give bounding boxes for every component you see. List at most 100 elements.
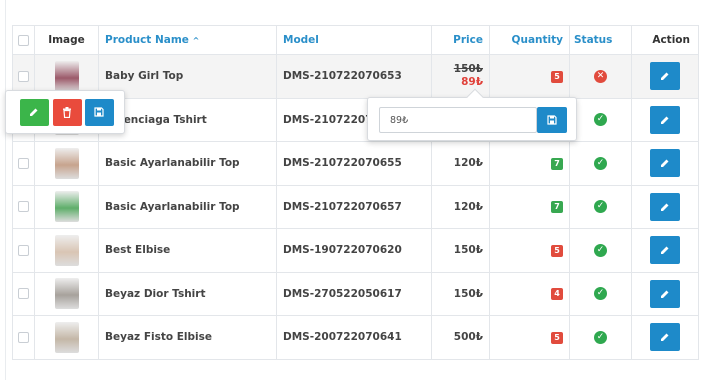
status-cell: ✓ [569, 97, 632, 142]
quantity-badge: 5 [551, 244, 563, 257]
quantity-badge: 7 [551, 201, 563, 214]
pencil-icon [30, 108, 38, 116]
price-edit-popover [367, 88, 577, 141]
product-name: Basic Ayarlanabilir Top [98, 184, 277, 229]
pencil-icon [661, 246, 669, 255]
edit-button[interactable] [650, 149, 680, 178]
pencil-icon [661, 72, 669, 81]
action-cell [631, 54, 699, 99]
edit-button[interactable] [650, 236, 680, 265]
product-price-cell[interactable]: 150₺ [431, 271, 490, 316]
delete-button[interactable] [53, 99, 82, 126]
product-model: DMS-210722070657 [276, 184, 432, 229]
table-header-row: Image Product Name ^ Model Price Quantit… [12, 25, 699, 55]
product-price-cell[interactable]: 500₺ [431, 315, 490, 360]
table-row: Best Elbise DMS-190722070620 150₺ 5 ✓ [12, 228, 699, 273]
row-checkbox[interactable] [18, 201, 29, 213]
header-image: Image [34, 25, 99, 55]
header-quantity[interactable]: Quantity [489, 25, 570, 55]
row-checkbox-cell [12, 271, 35, 316]
check-circle-icon[interactable]: ✓ [594, 200, 607, 214]
price-save-button[interactable] [537, 107, 567, 133]
quantity-badge: 4 [551, 288, 563, 301]
product-price-cell[interactable]: 150₺ 89₺ [431, 54, 490, 99]
floppy-disk-icon [547, 115, 557, 125]
product-thumbnail [54, 147, 79, 179]
quick-save-button[interactable] [85, 99, 114, 126]
table-row: Beyaz Fisto Elbise DMS-200722070641 500₺… [12, 315, 699, 360]
quantity-cell: 5 [489, 315, 570, 360]
product-name: Beyaz Dior Tshirt [98, 271, 277, 316]
action-cell [631, 315, 699, 360]
quantity-badge: 5 [551, 70, 563, 83]
product-table: Image Product Name ^ Model Price Quantit… [12, 25, 699, 360]
product-image-cell [34, 141, 99, 186]
status-cell: ✕ [569, 54, 632, 99]
product-thumbnail [54, 321, 79, 353]
header-product-name-label: Product Name [105, 34, 189, 46]
edit-button[interactable] [650, 62, 680, 91]
quantity-cell: 7 [489, 184, 570, 229]
row-checkbox[interactable] [18, 70, 29, 82]
row-checkbox[interactable] [18, 288, 29, 300]
product-model: DMS-270522050617 [276, 271, 432, 316]
table-row: Basic Ayarlanabilir Top DMS-210722070655… [12, 141, 699, 186]
quick-edit-button[interactable] [20, 99, 49, 126]
product-price-cell[interactable]: 120₺ [431, 184, 490, 229]
header-product-name[interactable]: Product Name ^ [98, 25, 277, 55]
check-circle-icon[interactable]: ✓ [594, 287, 607, 301]
floppy-disk-icon [94, 107, 104, 117]
product-model: DMS-200722070641 [276, 315, 432, 360]
row-checkbox-cell [12, 184, 35, 229]
status-cell: ✓ [569, 184, 632, 229]
header-action: Action [631, 25, 699, 55]
header-status[interactable]: Status [569, 25, 632, 55]
status-cell: ✓ [569, 271, 632, 316]
check-circle-icon[interactable]: ✓ [594, 156, 607, 170]
price-input[interactable] [379, 107, 537, 133]
row-checkbox-cell [12, 228, 35, 273]
row-checkbox-cell [12, 315, 35, 360]
edit-button[interactable] [650, 323, 680, 352]
x-circle-icon[interactable]: ✕ [594, 69, 607, 83]
header-price[interactable]: Price [431, 25, 490, 55]
action-cell [631, 271, 699, 316]
action-cell [631, 97, 699, 142]
action-cell [631, 141, 699, 186]
select-all-checkbox[interactable] [18, 34, 29, 46]
row-checkbox[interactable] [18, 331, 29, 343]
edit-button[interactable] [650, 192, 680, 221]
page-edge-line [5, 0, 6, 380]
check-circle-icon[interactable]: ✓ [594, 330, 607, 344]
product-name: Baby Girl Top [98, 54, 277, 99]
select-all-cell [12, 25, 35, 55]
product-name: Balenciaga Tshirt [98, 97, 277, 142]
product-price-cell[interactable]: 120₺ [431, 141, 490, 186]
row-actions-popover [5, 90, 125, 134]
product-name: Best Elbise [98, 228, 277, 273]
product-model: DMS-210722070655 [276, 141, 432, 186]
table-row: Beyaz Dior Tshirt DMS-270522050617 150₺ … [12, 271, 699, 316]
quantity-cell: 7 [489, 141, 570, 186]
quantity-cell: 4 [489, 271, 570, 316]
action-cell [631, 184, 699, 229]
row-checkbox[interactable] [18, 157, 29, 169]
edit-button[interactable] [650, 105, 680, 134]
product-model: DMS-210722070653 [276, 54, 432, 99]
sort-asc-icon: ^ [192, 36, 200, 45]
row-checkbox[interactable] [18, 244, 29, 256]
edit-button[interactable] [650, 279, 680, 308]
check-circle-icon[interactable]: ✓ [594, 113, 607, 127]
product-thumbnail [54, 278, 79, 310]
product-price-cell[interactable]: 150₺ [431, 228, 490, 273]
pencil-icon [661, 116, 669, 124]
product-image-cell [34, 228, 99, 273]
header-model[interactable]: Model [276, 25, 432, 55]
product-thumbnail [54, 234, 79, 266]
check-circle-icon[interactable]: ✓ [594, 243, 607, 257]
product-model: DMS-190722070620 [276, 228, 432, 273]
pencil-icon [661, 290, 669, 298]
product-image-cell [34, 271, 99, 316]
pencil-icon [661, 333, 669, 342]
trash-icon [63, 107, 71, 118]
